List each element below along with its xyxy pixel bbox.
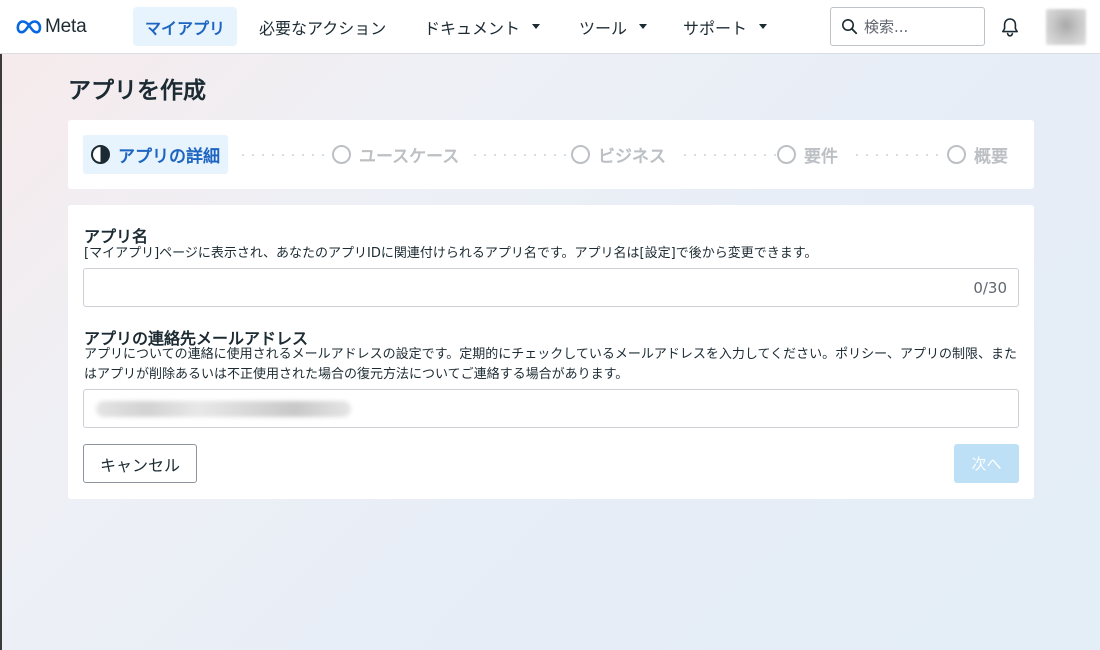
logo-text: Meta: [45, 16, 87, 37]
contact-email-field[interactable]: [83, 389, 1019, 428]
step-app-details[interactable]: アプリの詳細: [83, 135, 228, 174]
empty-circle-icon: [332, 145, 351, 164]
nav-required-actions-label: 必要なアクション: [259, 18, 387, 38]
window-edge: [0, 0, 2, 650]
step-label: ユースケース: [359, 147, 460, 167]
cancel-button[interactable]: キャンセル: [83, 444, 197, 483]
nav-tools[interactable]: ツール: [567, 7, 659, 46]
bell-icon[interactable]: [999, 16, 1021, 38]
half-circle-icon: [91, 145, 110, 164]
nav-required-actions[interactable]: 必要なアクション: [247, 7, 398, 46]
step-requirements[interactable]: 要件: [777, 135, 838, 174]
nav-docs[interactable]: ドキュメント: [412, 7, 552, 46]
page-title: アプリを作成: [68, 78, 206, 104]
step-use-cases[interactable]: ユースケース: [332, 135, 459, 174]
caret-down-icon: [639, 24, 648, 29]
step-label: アプリの詳細: [118, 147, 220, 167]
meta-infinity-icon: [16, 20, 42, 34]
meta-logo[interactable]: Meta: [16, 15, 87, 39]
step-label: ビジネス: [598, 147, 666, 167]
caret-down-icon: [759, 24, 768, 29]
empty-circle-icon: [571, 145, 590, 164]
nav-docs-label: ドキュメント: [424, 18, 521, 38]
step-business[interactable]: ビジネス: [571, 135, 666, 174]
step-connector: [470, 154, 566, 156]
progress-stepper: アプリの詳細 ユースケース ビジネス 要件 概要: [68, 120, 1034, 189]
empty-circle-icon: [947, 145, 966, 164]
contact-email-description: アプリについての連絡に使用されるメールアドレスの設定です。定期的にチェックしてい…: [84, 347, 1018, 382]
nav-tools-label: ツール: [579, 18, 628, 38]
app-details-form: アプリ名 [マイアプリ]ページに表示され、あなたのアプリIDに関連付けられるアプ…: [68, 205, 1034, 499]
contact-email-input[interactable]: [84, 390, 1018, 427]
next-button[interactable]: 次へ: [954, 444, 1019, 483]
step-label: 要件: [804, 147, 838, 167]
empty-circle-icon: [777, 145, 796, 164]
step-connector: [680, 154, 776, 156]
step-label: 概要: [974, 147, 1008, 167]
nav-my-apps[interactable]: マイアプリ: [133, 7, 238, 46]
search-input[interactable]: [864, 17, 974, 36]
top-navigation: Meta マイアプリ 必要なアクション ドキュメント ツール サポート: [0, 0, 1100, 54]
nav-my-apps-label: マイアプリ: [145, 18, 226, 38]
search-box[interactable]: [830, 7, 985, 46]
app-name-description: [マイアプリ]ページに表示され、あなたのアプリIDに関連付けられるアプリ名です。…: [84, 246, 818, 261]
character-counter: 0/30: [973, 279, 1007, 297]
nav-support[interactable]: サポート: [671, 7, 779, 46]
avatar[interactable]: [1046, 9, 1086, 45]
search-icon: [842, 19, 858, 35]
caret-down-icon: [532, 24, 541, 29]
app-name-field[interactable]: 0/30: [83, 268, 1019, 307]
nav-support-label: サポート: [683, 18, 748, 38]
step-overview[interactable]: 概要: [947, 135, 1008, 174]
app-name-input[interactable]: [84, 269, 1018, 306]
step-connector: [852, 154, 942, 156]
step-connector: [238, 154, 332, 156]
